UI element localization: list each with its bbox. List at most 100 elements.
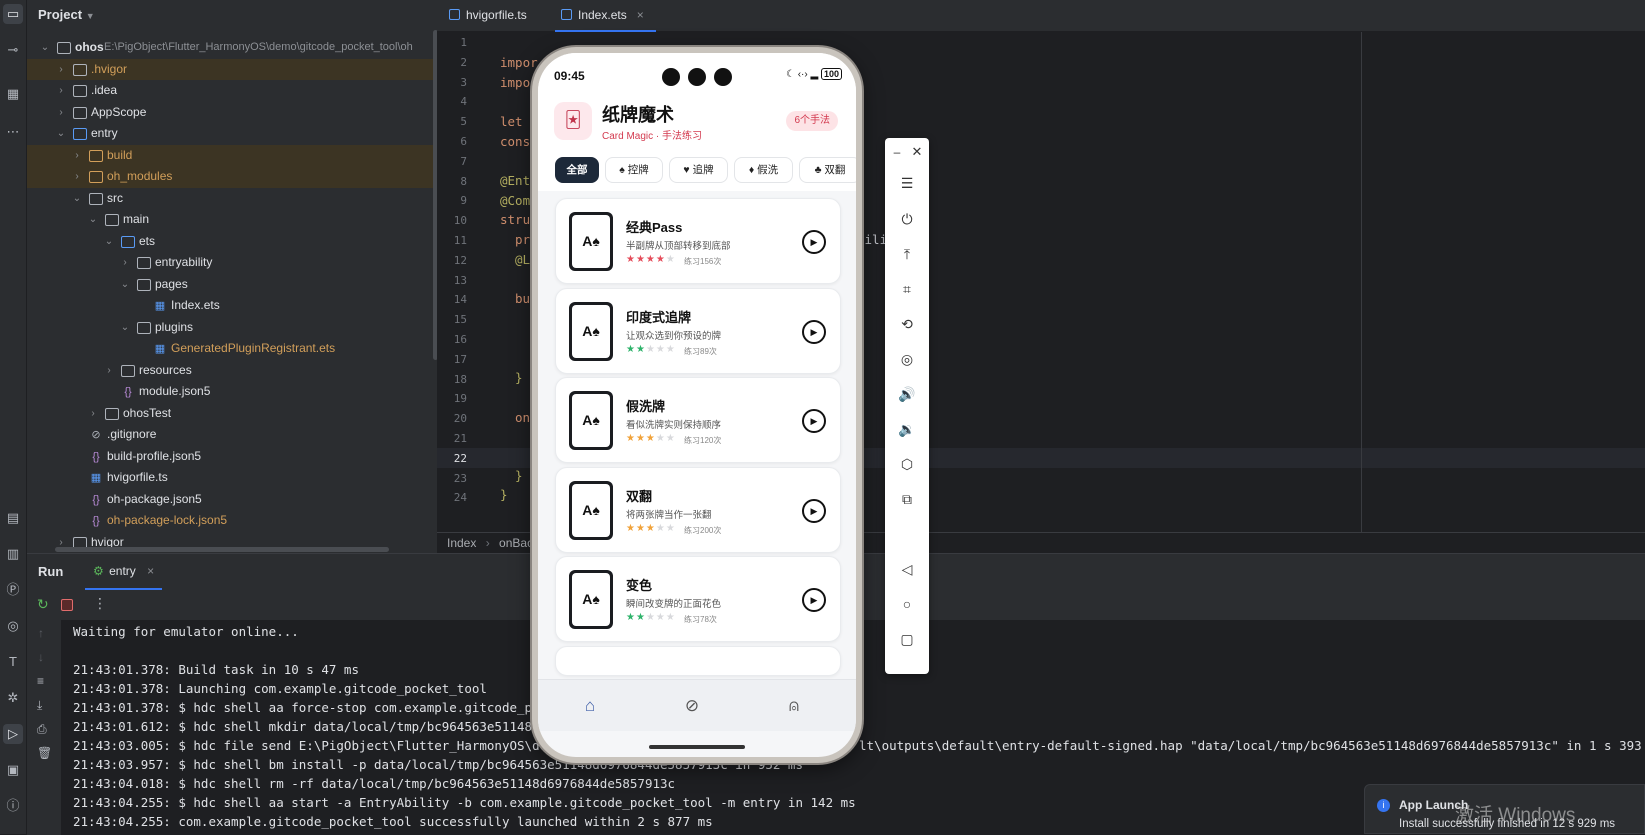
- tree-item[interactable]: › AppScope: [27, 102, 437, 124]
- trick-card[interactable]: A♠ 假洗牌 看似洗牌实则保持顺序 ★★★★★ 练习120次 ▶: [555, 377, 841, 463]
- tree-item[interactable]: ⌄ plugins: [27, 317, 437, 339]
- rerun-icon[interactable]: ↻: [37, 596, 49, 613]
- play-icon[interactable]: ▶: [802, 230, 826, 254]
- code-line-11[interactable]: pr: [515, 232, 530, 247]
- tree-root[interactable]: ⌄ ohos E:\PigObject\Flutter_HarmonyOS\de…: [27, 37, 437, 59]
- problems-tool-icon[interactable]: ⓘ: [3, 796, 23, 816]
- code-line-3[interactable]: impo: [500, 75, 530, 90]
- tree-item[interactable]: ⌄ main: [27, 209, 437, 231]
- code-line-10[interactable]: stru: [500, 212, 530, 227]
- profile-icon[interactable]: ⍝: [782, 695, 806, 719]
- trash-icon[interactable]: 🗑: [37, 746, 52, 760]
- trick-card[interactable]: A♠ 变色 瞬间改变牌的正面花色 ★★★★★ 练习78次 ▶: [555, 556, 841, 642]
- tree-item[interactable]: {} oh-package.json5: [27, 489, 437, 511]
- compass-icon[interactable]: ⊘: [680, 695, 704, 719]
- tree-item[interactable]: ▦ GeneratedPluginRegistrant.ets: [27, 338, 437, 360]
- tree-item[interactable]: {} oh-package-lock.json5: [27, 510, 437, 532]
- tree-item[interactable]: › ohosTest: [27, 403, 437, 425]
- multi-screen-icon[interactable]: ⧉: [895, 488, 919, 510]
- chip-all[interactable]: 全部: [555, 157, 599, 183]
- pin-top-icon[interactable]: ⤒: [895, 243, 919, 265]
- chip-double-lift[interactable]: ♣ 双翻: [799, 157, 856, 183]
- chip-control[interactable]: ♠ 控牌: [605, 157, 663, 183]
- tree-item[interactable]: ⌄ src: [27, 188, 437, 210]
- play-icon[interactable]: ▶: [802, 409, 826, 433]
- project-horizontal-scrollbar[interactable]: [55, 547, 389, 552]
- arrow-up-icon[interactable]: ↑: [38, 626, 44, 640]
- tree-item[interactable]: › .hvigor: [27, 58, 437, 81]
- more-options-icon[interactable]: ⋮: [93, 595, 107, 612]
- trick-card-partial[interactable]: [555, 645, 841, 676]
- minimize-icon[interactable]: –: [888, 141, 906, 163]
- tree-item[interactable]: › entryability: [27, 252, 437, 274]
- tab-hvigorfile[interactable]: hvigorfile.ts: [449, 0, 527, 32]
- structure-tool-icon[interactable]: ▦: [3, 84, 23, 104]
- log-tool-icon[interactable]: ▤: [3, 508, 23, 528]
- print-icon[interactable]: ⎙: [37, 722, 47, 737]
- layers-tool-icon[interactable]: ▥: [3, 544, 23, 564]
- home-icon[interactable]: ○: [895, 593, 919, 615]
- code-line-24[interactable]: }: [500, 487, 508, 502]
- code-line-12[interactable]: @L: [515, 252, 530, 267]
- code-line-2[interactable]: impor: [500, 55, 538, 70]
- scroll-to-end-icon[interactable]: ⤓: [37, 698, 42, 713]
- trick-card[interactable]: A♠ 经典Pass 半副牌从顶部转移到底部 ★★★★★ 练习156次 ▶: [555, 198, 841, 284]
- recents-icon[interactable]: ▢: [895, 628, 919, 650]
- trick-card[interactable]: A♠ 双翻 将两张牌当作一张翻 ★★★★★ 练习200次 ▶: [555, 466, 841, 553]
- code-line-6[interactable]: cons: [500, 134, 530, 149]
- breadcrumb-item[interactable]: Index: [447, 536, 476, 550]
- stop-icon[interactable]: [61, 599, 73, 611]
- crop-icon[interactable]: ⌗: [895, 278, 919, 300]
- screenshot-icon[interactable]: ◎: [895, 348, 919, 370]
- play-icon[interactable]: ▶: [802, 319, 826, 344]
- tree-item[interactable]: ⌄ ets: [27, 231, 437, 253]
- breadcrumb-item[interactable]: onBac: [499, 536, 533, 550]
- volume-down-icon[interactable]: 🔉: [895, 418, 919, 440]
- tree-item[interactable]: › .idea: [27, 80, 437, 102]
- code-line-5[interactable]: let: [500, 114, 523, 129]
- chip-force[interactable]: ♥ 追牌: [669, 157, 728, 183]
- code-line-14[interactable]: bu: [515, 291, 530, 306]
- services-tool-icon[interactable]: ◎: [3, 616, 23, 636]
- run-config-tab[interactable]: ⚙ entry ×: [85, 554, 163, 590]
- profiler-tool-icon[interactable]: Ⓟ: [3, 580, 23, 600]
- shake-icon[interactable]: ⬡: [895, 453, 919, 475]
- tree-item[interactable]: {} module.json5: [27, 381, 437, 403]
- volume-up-icon[interactable]: 🔊: [895, 383, 919, 405]
- tree-item[interactable]: › oh_modules: [27, 166, 437, 188]
- code-line-8[interactable]: @Ent: [500, 173, 530, 188]
- tree-item[interactable]: ⌄ entry: [27, 123, 437, 145]
- code-line-23[interactable]: }: [515, 468, 523, 483]
- debug-tool-icon[interactable]: ✲: [3, 688, 23, 708]
- close-icon[interactable]: ✕: [908, 141, 926, 163]
- build-tool-icon[interactable]: T: [3, 652, 23, 672]
- play-icon[interactable]: ▶: [802, 588, 826, 612]
- close-icon[interactable]: ×: [637, 8, 644, 22]
- terminal-tool-icon[interactable]: ▣: [3, 760, 23, 780]
- project-header[interactable]: Project ▼: [27, 0, 437, 30]
- tree-item[interactable]: › resources: [27, 360, 437, 382]
- tree-item[interactable]: ▦ hvigorfile.ts: [27, 467, 437, 489]
- commit-tool-icon[interactable]: ⊸: [3, 40, 23, 60]
- home-indicator[interactable]: [649, 745, 745, 749]
- close-icon[interactable]: ×: [147, 564, 154, 578]
- power-icon[interactable]: ⏻: [895, 208, 919, 230]
- arrow-down-icon[interactable]: ↓: [38, 650, 44, 664]
- soft-wrap-icon[interactable]: ≡: [37, 674, 44, 688]
- code-line-9[interactable]: @Com: [500, 193, 530, 208]
- tree-item[interactable]: › build: [27, 144, 437, 167]
- rotate-icon[interactable]: ⟲: [895, 313, 919, 335]
- run-tool-icon[interactable]: ▷: [3, 724, 23, 744]
- tree-item[interactable]: ▦ Index.ets: [27, 295, 437, 317]
- tree-item[interactable]: ⊘ .gitignore: [27, 424, 437, 446]
- trick-card[interactable]: A♠ 印度式追牌 让观众选到你预设的牌 ★★★★★ 练习89次 ▶: [555, 287, 841, 374]
- tab-index-ets[interactable]: Index.ets ×: [555, 0, 656, 32]
- tree-item[interactable]: ⌄ pages: [27, 274, 437, 296]
- code-line-20[interactable]: on: [515, 410, 530, 425]
- menu-icon[interactable]: ☰: [895, 172, 919, 194]
- project-tool-icon[interactable]: ▭: [3, 4, 23, 24]
- back-icon[interactable]: ◁: [895, 558, 919, 580]
- more-tools-icon[interactable]: ⋯: [3, 122, 23, 142]
- run-tab-title[interactable]: Run: [38, 564, 63, 579]
- play-icon[interactable]: ▶: [802, 498, 826, 523]
